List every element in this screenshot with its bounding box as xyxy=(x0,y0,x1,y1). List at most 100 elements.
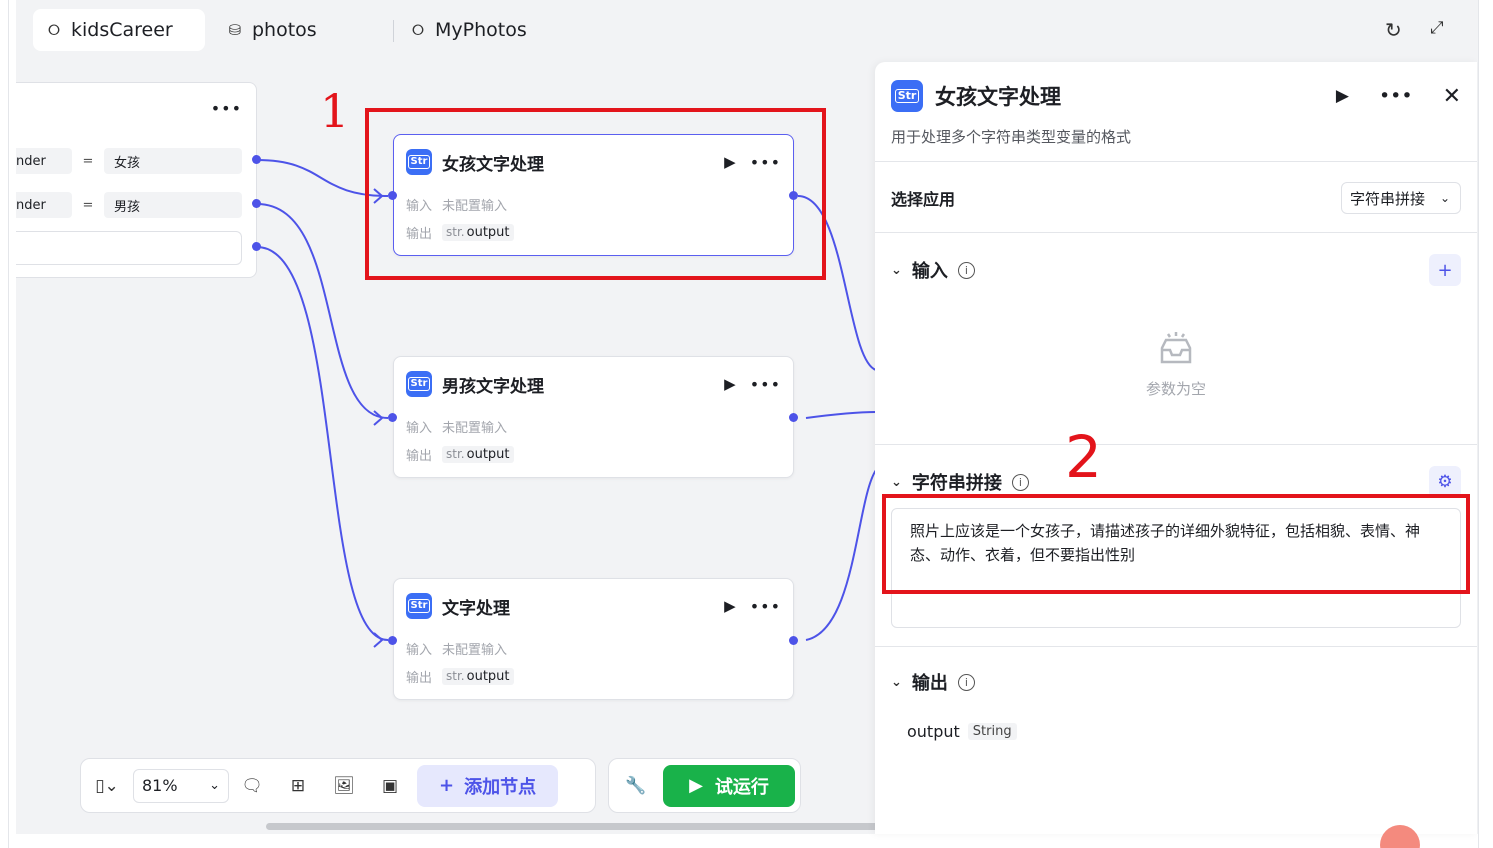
node-text-processing[interactable]: Str 文字处理 ▶ ••• 输入 未配置输入 输出 str. output xyxy=(393,578,794,700)
play-icon[interactable]: ▶ xyxy=(724,375,736,393)
output-type: str. xyxy=(446,669,465,683)
select-app-dropdown[interactable]: 字符串拼接 ⌄ xyxy=(1341,182,1461,214)
node-output-row: 输出 str. output xyxy=(406,445,514,464)
condition-node[interactable]: ••• nder = 女孩 nder = 男孩 xyxy=(16,82,257,278)
more-icon[interactable]: ••• xyxy=(1379,85,1413,107)
play-icon[interactable]: ▶ xyxy=(724,597,736,615)
layout-icon[interactable]: ⊞ xyxy=(275,776,321,796)
annotation-box-1 xyxy=(365,108,826,280)
condition-row: nder = 男孩 xyxy=(16,189,242,221)
select-app-label: 选择应用 xyxy=(891,190,956,209)
output-port[interactable] xyxy=(789,636,798,645)
condition-field[interactable]: nder xyxy=(16,192,72,218)
output-label: 输出 xyxy=(406,449,433,464)
add-node-label: 添加节点 xyxy=(464,776,537,798)
concat-section-header[interactable]: ⌄ 字符串拼接 i xyxy=(891,469,1029,495)
add-node-button[interactable]: + 添加节点 xyxy=(417,764,559,807)
condition-field[interactable]: nder xyxy=(16,148,72,174)
panel-title: 女孩文字处理 xyxy=(935,85,1061,109)
output-port[interactable] xyxy=(252,199,261,208)
image-icon[interactable]: 🖼 xyxy=(321,776,367,796)
node-output-row: 输出 str. output xyxy=(406,667,514,686)
play-icon: ▶ xyxy=(689,775,703,796)
zoom-value: 81% xyxy=(142,776,178,795)
output-name: output xyxy=(466,447,510,462)
minimap-icon[interactable]: ▣ xyxy=(367,776,413,796)
node-input-row: 输入 未配置输入 xyxy=(406,639,507,658)
play-icon[interactable]: ▶ xyxy=(1336,86,1349,106)
output-port[interactable] xyxy=(252,242,261,251)
annotation-mark-2-text: 2 xyxy=(1065,423,1102,491)
run-toolbar: 🔧 ▶ 试运行 xyxy=(608,758,801,813)
output-port[interactable] xyxy=(789,413,798,422)
comment-icon[interactable]: 🗨 xyxy=(229,776,275,796)
condition-value[interactable]: 女孩 xyxy=(104,148,242,174)
condition-operator: = xyxy=(82,153,94,169)
output-name: output xyxy=(466,669,510,684)
output-label: 输出 xyxy=(406,671,433,686)
annotation-mark-2: 2 xyxy=(1065,428,1102,486)
concat-section-title: 字符串拼接 xyxy=(911,473,1002,494)
info-icon[interactable]: i xyxy=(957,261,975,279)
divider xyxy=(875,444,1477,445)
zoom-select[interactable]: 81% ⌄ xyxy=(133,768,229,803)
more-icon[interactable]: ••• xyxy=(211,99,242,118)
wrench-icon[interactable]: 🔧 xyxy=(609,776,663,796)
output-param-type: String xyxy=(967,723,1017,740)
node-config-panel: Str 女孩文字处理 ▶ ••• ✕ 用于处理多个字符串类型变量的格式 选择应用… xyxy=(875,62,1477,834)
test-run-button[interactable]: ▶ 试运行 xyxy=(663,764,795,807)
more-icon[interactable]: ••• xyxy=(750,597,781,616)
chevron-down-icon: ⌄ xyxy=(891,474,902,490)
condition-row: nder = 女孩 xyxy=(16,145,242,177)
horizontal-scrollbar[interactable] xyxy=(266,823,886,830)
gear-icon: ⚙ xyxy=(1437,472,1453,492)
condition-value[interactable]: 男孩 xyxy=(104,192,242,218)
empty-params: 参数为空 xyxy=(875,330,1477,399)
plus-icon: + xyxy=(439,775,455,796)
app-root: ⭘ kidsCareer ⛁ photos ⭘ MyPhotos ↻ ⤢ •••… xyxy=(0,0,1493,848)
right-gutter xyxy=(1478,0,1493,848)
condition-operator: = xyxy=(82,197,94,213)
left-border xyxy=(8,0,9,848)
annotation-mark-1: 1 xyxy=(320,84,350,138)
output-chip: str. output xyxy=(442,668,514,685)
input-value: 未配置输入 xyxy=(442,421,508,436)
annotation-box-2 xyxy=(882,494,1470,594)
chevron-down-icon: ⌄ xyxy=(891,262,902,278)
string-icon: Str xyxy=(891,80,923,112)
select-app-value: 字符串拼接 xyxy=(1350,189,1426,208)
input-port[interactable] xyxy=(388,413,397,422)
condition-else-row[interactable] xyxy=(16,231,242,265)
add-input-button[interactable]: + xyxy=(1429,254,1461,286)
input-section-header[interactable]: ⌄ 输入 i xyxy=(891,257,975,283)
empty-box-icon xyxy=(1160,332,1192,364)
node-header: Str 男孩文字处理 ▶ ••• xyxy=(406,371,781,397)
chevron-down-icon: ⌄ xyxy=(209,778,220,793)
divider xyxy=(875,646,1477,647)
output-section-header[interactable]: ⌄ 输出 i xyxy=(891,669,975,695)
string-icon: Str xyxy=(406,593,432,619)
info-icon[interactable]: i xyxy=(957,673,975,691)
input-label: 输入 xyxy=(406,643,433,658)
node-header: Str 文字处理 ▶ ••• xyxy=(406,593,781,619)
node-boy-text-processing[interactable]: Str 男孩文字处理 ▶ ••• 输入 未配置输入 输出 str. output xyxy=(393,356,794,478)
close-icon[interactable]: ✕ xyxy=(1443,84,1461,109)
input-section-title: 输入 xyxy=(911,261,948,282)
output-type: str. xyxy=(446,447,465,461)
input-port[interactable] xyxy=(388,636,397,645)
input-label: 输入 xyxy=(406,421,433,436)
output-chip: str. output xyxy=(442,446,514,463)
output-port[interactable] xyxy=(252,155,261,164)
info-icon[interactable]: i xyxy=(1011,473,1029,491)
node-input-row: 输入 未配置输入 xyxy=(406,417,507,436)
more-icon[interactable]: ••• xyxy=(750,375,781,394)
panel-description: 用于处理多个字符串类型变量的格式 xyxy=(891,128,1132,146)
output-param-row: output String xyxy=(907,722,1017,741)
canvas-toolbar: ▯⌄ 81% ⌄ 🗨 ⊞ 🖼 ▣ + 添加节点 xyxy=(80,758,596,813)
node-title: 男孩文字处理 xyxy=(442,376,544,397)
divider xyxy=(875,161,1477,162)
output-section-title: 输出 xyxy=(911,673,948,694)
empty-text: 参数为空 xyxy=(1145,380,1206,398)
mouse-mode-icon[interactable]: ▯⌄ xyxy=(81,776,133,796)
panel-header: Str 女孩文字处理 ▶ ••• ✕ xyxy=(891,80,1461,112)
